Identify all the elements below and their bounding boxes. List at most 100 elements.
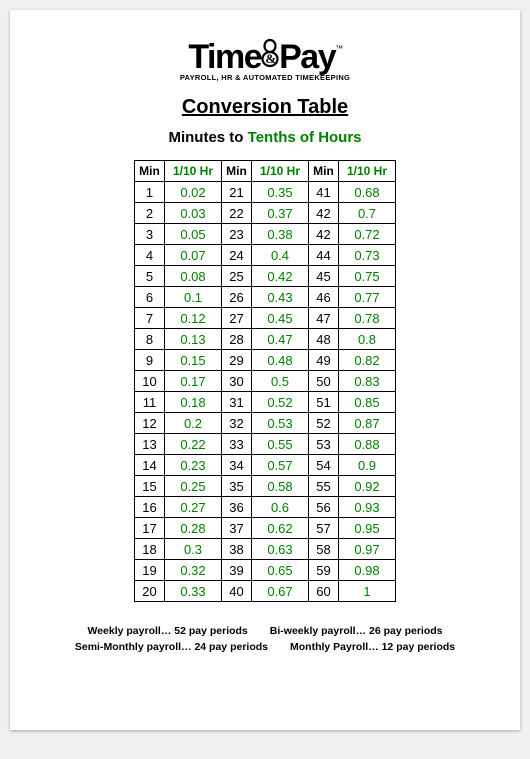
table-body: 10.02210.35410.6820.03220.37420.730.0523… <box>135 182 396 602</box>
cell-min: 19 <box>135 560 165 581</box>
cell-min: 1 <box>135 182 165 203</box>
cell-min: 11 <box>135 392 165 413</box>
cell-tenth-hour: 0.68 <box>339 182 396 203</box>
cell-tenth-hour: 0.37 <box>252 203 309 224</box>
cell-tenth-hour: 0.35 <box>252 182 309 203</box>
cell-tenth-hour: 0.07 <box>165 245 222 266</box>
cell-tenth-hour: 0.92 <box>339 476 396 497</box>
cell-tenth-hour: 0.05 <box>165 224 222 245</box>
col-header-hr: 1/10 Hr <box>165 161 222 182</box>
footer-monthly: Monthly Payroll… 12 pay periods <box>290 641 455 653</box>
cell-min: 28 <box>222 329 252 350</box>
cell-min: 9 <box>135 350 165 371</box>
cell-tenth-hour: 0.85 <box>339 392 396 413</box>
subtitle-highlight: Tenths of Hours <box>248 129 362 146</box>
cell-min: 33 <box>222 434 252 455</box>
cell-tenth-hour: 0.45 <box>252 308 309 329</box>
cell-min: 59 <box>309 560 339 581</box>
col-header-min: Min <box>222 161 252 182</box>
cell-min: 47 <box>309 308 339 329</box>
cell-tenth-hour: 0.65 <box>252 560 309 581</box>
cell-tenth-hour: 0.25 <box>165 476 222 497</box>
cell-tenth-hour: 0.43 <box>252 287 309 308</box>
cell-min: 30 <box>222 371 252 392</box>
table-row: 130.22330.55530.88 <box>135 434 396 455</box>
cell-tenth-hour: 0.73 <box>339 245 396 266</box>
cell-tenth-hour: 0.4 <box>252 245 309 266</box>
col-header-hr: 1/10 Hr <box>339 161 396 182</box>
cell-tenth-hour: 0.95 <box>339 518 396 539</box>
table-row: 180.3380.63580.97 <box>135 539 396 560</box>
cell-min: 38 <box>222 539 252 560</box>
cell-min: 7 <box>135 308 165 329</box>
cell-tenth-hour: 0.98 <box>339 560 396 581</box>
cell-min: 10 <box>135 371 165 392</box>
cell-tenth-hour: 0.02 <box>165 182 222 203</box>
cell-tenth-hour: 0.22 <box>165 434 222 455</box>
cell-min: 25 <box>222 266 252 287</box>
cell-tenth-hour: 0.3 <box>165 539 222 560</box>
cell-min: 45 <box>309 266 339 287</box>
cell-min: 12 <box>135 413 165 434</box>
subtitle-prefix: Minutes to <box>168 129 247 146</box>
trademark-symbol: ™ <box>335 44 342 53</box>
cell-tenth-hour: 0.17 <box>165 371 222 392</box>
cell-tenth-hour: 0.13 <box>165 329 222 350</box>
cell-tenth-hour: 0.78 <box>339 308 396 329</box>
table-row: 200.33400.67601 <box>135 581 396 602</box>
cell-min: 3 <box>135 224 165 245</box>
cell-min: 60 <box>309 581 339 602</box>
page-subtitle: Minutes to Tenths of Hours <box>10 129 520 146</box>
cell-min: 53 <box>309 434 339 455</box>
cell-tenth-hour: 0.75 <box>339 266 396 287</box>
document-page: Time&Pay™ PAYROLL, HR & AUTOMATED TIMEKE… <box>10 10 520 730</box>
cell-tenth-hour: 0.15 <box>165 350 222 371</box>
cell-tenth-hour: 0.67 <box>252 581 309 602</box>
cell-min: 8 <box>135 329 165 350</box>
cell-min: 54 <box>309 455 339 476</box>
cell-min: 4 <box>135 245 165 266</box>
cell-tenth-hour: 0.62 <box>252 518 309 539</box>
cell-min: 37 <box>222 518 252 539</box>
cell-tenth-hour: 0.2 <box>165 413 222 434</box>
table-row: 120.2320.53520.87 <box>135 413 396 434</box>
cell-tenth-hour: 0.93 <box>339 497 396 518</box>
table-row: 150.25350.58550.92 <box>135 476 396 497</box>
cell-min: 50 <box>309 371 339 392</box>
logo-word-pay: Pay <box>279 38 335 76</box>
cell-tenth-hour: 0.7 <box>339 203 396 224</box>
cell-tenth-hour: 0.28 <box>165 518 222 539</box>
table-row: 190.32390.65590.98 <box>135 560 396 581</box>
cell-min: 24 <box>222 245 252 266</box>
cell-min: 40 <box>222 581 252 602</box>
cell-min: 48 <box>309 329 339 350</box>
cell-tenth-hour: 0.33 <box>165 581 222 602</box>
cell-tenth-hour: 0.1 <box>165 287 222 308</box>
cell-tenth-hour: 0.48 <box>252 350 309 371</box>
cell-tenth-hour: 0.87 <box>339 413 396 434</box>
cell-min: 23 <box>222 224 252 245</box>
cell-min: 52 <box>309 413 339 434</box>
cell-min: 29 <box>222 350 252 371</box>
cell-min: 55 <box>309 476 339 497</box>
cell-tenth-hour: 0.52 <box>252 392 309 413</box>
cell-tenth-hour: 0.27 <box>165 497 222 518</box>
cell-min: 14 <box>135 455 165 476</box>
cell-min: 15 <box>135 476 165 497</box>
cell-tenth-hour: 1 <box>339 581 396 602</box>
col-header-min: Min <box>309 161 339 182</box>
ampersand-icon: & <box>259 38 281 68</box>
col-header-min: Min <box>135 161 165 182</box>
cell-min: 18 <box>135 539 165 560</box>
cell-min: 17 <box>135 518 165 539</box>
cell-tenth-hour: 0.12 <box>165 308 222 329</box>
table-row: 60.1260.43460.77 <box>135 287 396 308</box>
cell-tenth-hour: 0.03 <box>165 203 222 224</box>
cell-min: 20 <box>135 581 165 602</box>
brand-logo: Time&Pay™ PAYROLL, HR & AUTOMATED TIMEKE… <box>10 38 520 82</box>
conversion-table: Min 1/10 Hr Min 1/10 Hr Min 1/10 Hr 10.0… <box>134 160 396 602</box>
cell-min: 57 <box>309 518 339 539</box>
logo-wordmark: Time&Pay™ <box>188 38 341 77</box>
cell-min: 35 <box>222 476 252 497</box>
table-row: 140.23340.57540.9 <box>135 455 396 476</box>
